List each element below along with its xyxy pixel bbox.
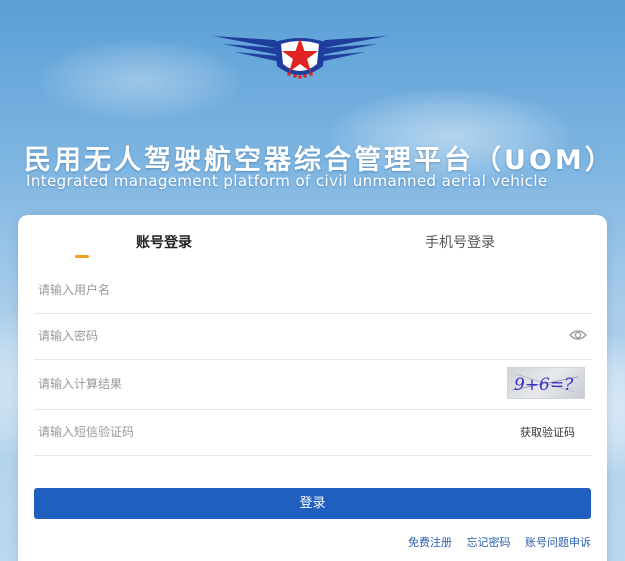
tab-account-login[interactable]: 账号登录 <box>136 232 192 252</box>
forgot-password-link[interactable]: 忘记密码 <box>467 536 511 549</box>
register-link[interactable]: 免费注册 <box>408 536 452 549</box>
login-card: 账号登录 手机号登录 9+6=? 获取验证码 <box>18 215 607 561</box>
sms-row: 获取验证码 <box>34 409 591 456</box>
password-input[interactable] <box>38 313 478 359</box>
get-sms-code-button[interactable]: 获取验证码 <box>520 424 575 440</box>
captcha-image[interactable]: 9+6=? <box>507 367 585 399</box>
username-input[interactable] <box>38 267 478 313</box>
footer-links: 免费注册 忘记密码 账号问题申诉 <box>397 534 591 550</box>
eye-icon[interactable] <box>569 328 587 342</box>
page-subtitle: Integrated management platform of civil … <box>26 172 548 190</box>
captcha-input[interactable] <box>38 359 478 409</box>
login-page: 民用无人驾驶航空器综合管理平台（UOM） Integrated manageme… <box>0 0 625 561</box>
winged-star-emblem-icon <box>213 36 387 79</box>
password-row <box>34 313 591 360</box>
account-appeal-link[interactable]: 账号问题申诉 <box>525 536 591 549</box>
captcha-row: 9+6=? <box>34 359 591 410</box>
tab-phone-login[interactable]: 手机号登录 <box>425 232 495 252</box>
username-row <box>34 267 591 314</box>
active-tab-indicator <box>75 255 89 258</box>
login-button[interactable]: 登录 <box>34 488 591 519</box>
sms-code-input[interactable] <box>38 409 478 455</box>
captcha-text: 9+6=? <box>514 375 574 395</box>
